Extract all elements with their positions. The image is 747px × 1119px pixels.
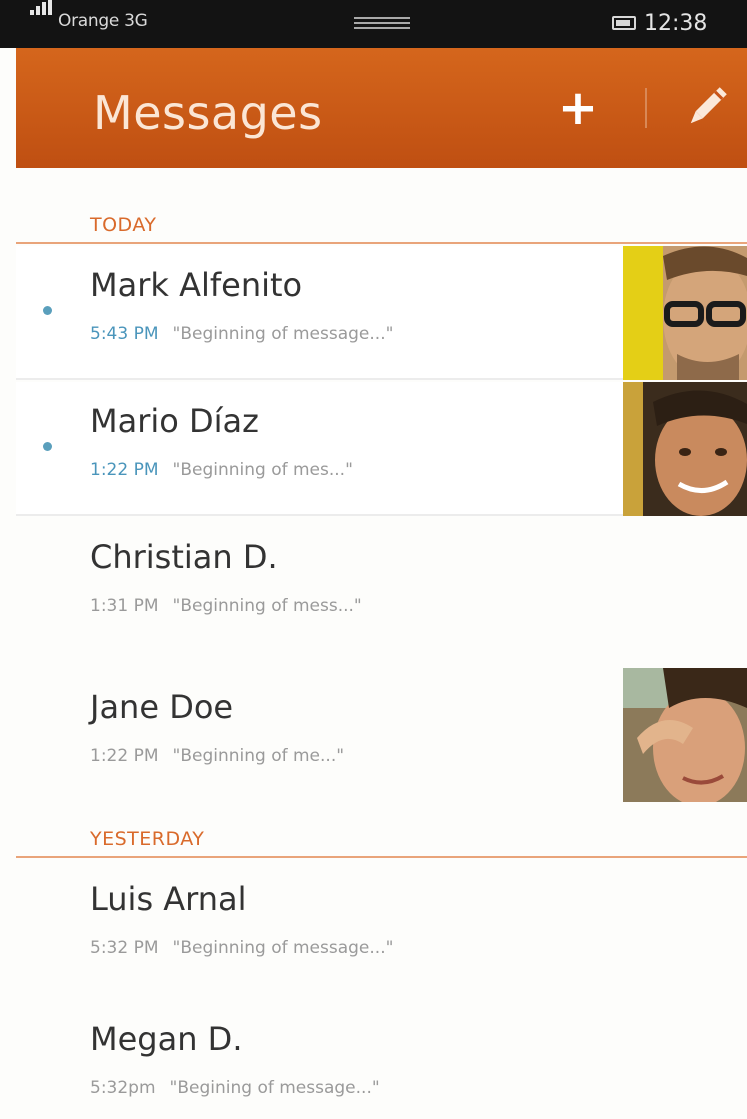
section-header-yesterday: YESTERDAY (16, 806, 747, 858)
message-row[interactable]: Jane Doe 1:22 PM "Beginning of me..." (16, 668, 747, 802)
message-preview: 5:43 PM "Beginning of message..." (90, 324, 393, 344)
page-title: Messages (93, 86, 323, 140)
message-row[interactable]: Mark Alfenito 5:43 PM "Beginning of messa… (16, 246, 747, 380)
avatar (623, 668, 747, 802)
message-time: 1:22 PM (90, 460, 159, 480)
contact-name: Jane Doe (90, 688, 234, 726)
message-row[interactable]: Megan D. 5:32pm "Begining of message..." (16, 1000, 747, 1119)
message-time: 1:22 PM (90, 746, 159, 766)
message-snippet: "Beginning of message..." (172, 324, 394, 344)
add-message-button[interactable]: + (550, 78, 606, 138)
contact-name: Megan D. (90, 1020, 243, 1058)
message-preview: 1:22 PM "Beginning of mes..." (90, 460, 353, 480)
message-preview: 1:31 PM "Beginning of mess..." (90, 596, 362, 616)
status-bar: Orange 3G 12:38 (0, 0, 747, 48)
app-header: Messages + (16, 48, 747, 168)
unread-indicator (43, 306, 52, 315)
avatar (623, 246, 747, 380)
unread-indicator (43, 442, 52, 451)
pencil-icon (690, 87, 727, 124)
section-label: TODAY (90, 214, 157, 236)
clock: 12:38 (644, 11, 708, 36)
contact-name: Christian D. (90, 538, 278, 576)
contact-name: Mario Díaz (90, 402, 259, 440)
message-time: 1:31 PM (90, 596, 159, 616)
drag-handle-icon (354, 17, 410, 33)
message-preview: 5:32 PM "Beginning of message..." (90, 938, 393, 958)
compose-button[interactable] (682, 80, 732, 134)
carrier-name: Orange 3G (58, 11, 148, 31)
message-time: 5:32pm (90, 1078, 156, 1098)
contact-name: Mark Alfenito (90, 266, 303, 304)
message-time: 5:32 PM (90, 938, 159, 958)
message-time: 5:43 PM (90, 324, 159, 344)
message-row[interactable]: Luis Arnal 5:32 PM "Beginning of message.… (16, 860, 747, 994)
message-snippet: "Beginning of mes..." (172, 460, 353, 480)
message-snippet: "Beginning of mess..." (172, 596, 362, 616)
message-row[interactable]: Mario Díaz 1:22 PM "Beginning of mes..." (16, 382, 747, 516)
message-snippet: "Beginning of message..." (172, 938, 394, 958)
battery-icon (612, 16, 636, 30)
avatar (623, 382, 747, 516)
message-row[interactable]: Christian D. 1:31 PM "Beginning of mess..… (16, 518, 747, 652)
section-label: YESTERDAY (90, 828, 205, 850)
message-preview: 1:22 PM "Beginning of me..." (90, 746, 344, 766)
header-divider (645, 88, 647, 128)
section-header-today: TODAY (16, 192, 747, 244)
contact-name: Luis Arnal (90, 880, 247, 918)
message-snippet: "Beginning of me..." (172, 746, 345, 766)
message-snippet: "Begining of message..." (169, 1078, 380, 1098)
message-preview: 5:32pm "Begining of message..." (90, 1078, 380, 1098)
